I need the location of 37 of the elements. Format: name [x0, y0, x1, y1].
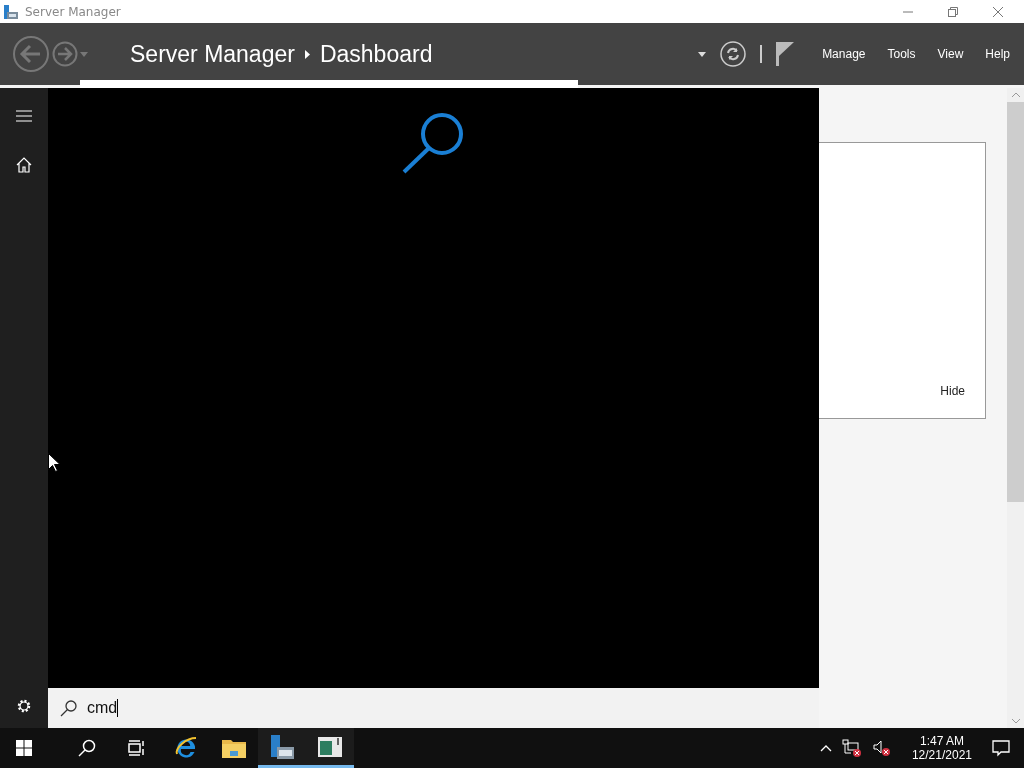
dropdown-icon[interactable] — [698, 51, 707, 57]
taskbar-app[interactable] — [306, 728, 354, 768]
speaker-muted-icon[interactable] — [871, 739, 892, 757]
task-view-icon[interactable] — [128, 740, 146, 756]
windows-logo-icon[interactable] — [16, 740, 32, 756]
menu-item[interactable]: View — [937, 47, 964, 61]
server-manager-icon — [269, 733, 295, 760]
search-icon[interactable] — [78, 739, 96, 757]
hide-link[interactable]: Hide — [940, 384, 965, 398]
menu-item[interactable]: Tools — [887, 47, 916, 61]
settings-icon[interactable] — [16, 698, 32, 714]
notification-icon[interactable] — [992, 739, 1010, 757]
console-window-icon — [318, 735, 342, 758]
search-icon — [402, 112, 464, 174]
breadcrumb-item[interactable]: Dashboard — [319, 40, 433, 68]
close-icon[interactable] — [992, 5, 1004, 18]
app-icon — [3, 3, 19, 20]
refresh-icon[interactable] — [720, 41, 747, 67]
clock-time[interactable]: 1:47 AM — [919, 734, 964, 748]
restore-icon[interactable] — [947, 5, 959, 18]
menu-item[interactable]: Manage — [822, 47, 866, 61]
flag-icon[interactable] — [776, 42, 795, 66]
scrollbar[interactable] — [1007, 88, 1024, 728]
browser-e-icon — [174, 736, 198, 760]
taskbar-app[interactable] — [258, 728, 306, 768]
menu-icon[interactable] — [16, 110, 32, 122]
separator-icon — [304, 49, 310, 59]
scroll-thumb[interactable] — [1007, 102, 1024, 502]
network-error-icon[interactable] — [841, 739, 862, 757]
window-title: Server Manager — [25, 4, 121, 19]
search-icon — [60, 699, 77, 717]
menu-item[interactable]: Help — [985, 47, 1010, 61]
folder-icon — [222, 738, 246, 758]
breadcrumb-item[interactable]: Server Manager — [130, 40, 295, 68]
clock-date[interactable]: 12/21/2021 — [911, 748, 972, 762]
chevron-up-icon[interactable] — [819, 744, 832, 752]
home-icon[interactable] — [16, 157, 32, 173]
